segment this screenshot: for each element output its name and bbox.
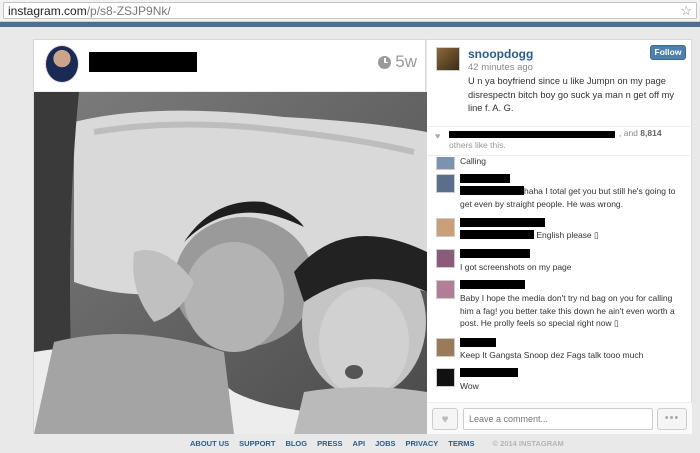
footer-link-privacy[interactable]: PRIVACY <box>406 439 439 448</box>
comment-text: English please <box>536 230 592 240</box>
heart-icon: ♥ <box>435 131 441 141</box>
comment-avatar[interactable] <box>436 218 455 237</box>
likes-row: ♥ , and 8,814 others like this. <box>427 126 692 156</box>
likes-and: , and 8,814 <box>619 128 662 138</box>
comment-compose-row: ♥ ••• <box>427 402 692 434</box>
more-options-button[interactable]: ••• <box>657 408 687 430</box>
time-ago: 5w <box>395 52 417 71</box>
ellipsis-icon: ••• <box>664 412 680 424</box>
heart-icon: ♥ <box>441 412 449 426</box>
comment-body: haha I total get you but still he's goin… <box>460 185 686 210</box>
comment-avatar[interactable] <box>436 280 455 299</box>
caption-block: snoopdogg 42 minutes ago U n ya boyfrien… <box>427 40 692 124</box>
comment-avatar[interactable] <box>436 174 455 193</box>
comment-text: Calling <box>460 157 486 166</box>
post-photo[interactable] <box>34 92 427 434</box>
comments-panel: snoopdogg 42 minutes ago U n ya boyfrien… <box>427 39 692 434</box>
comment-text: Wow <box>460 381 479 391</box>
redacted-username <box>89 52 197 72</box>
likes-others: others like this. <box>449 140 506 150</box>
copyright: © 2014 INSTAGRAM <box>492 439 564 448</box>
comment-list[interactable]: Calling haha I total get you but still h… <box>427 157 692 402</box>
poster-avatar[interactable] <box>45 45 79 83</box>
comment-text: I got screenshots on my page <box>460 262 572 272</box>
redacted-username <box>460 174 510 183</box>
caption-time: 42 minutes ago <box>468 62 533 73</box>
footer-link-jobs[interactable]: JOBS <box>375 439 395 448</box>
post-header: 5w <box>34 40 427 92</box>
comment-avatar[interactable] <box>436 249 455 268</box>
like-button[interactable]: ♥ <box>432 408 458 430</box>
caption-avatar[interactable] <box>436 47 460 71</box>
star-icon[interactable]: ☆ <box>680 2 692 19</box>
photo-image <box>34 92 427 434</box>
comment-avatar[interactable] <box>436 338 455 357</box>
redacted-username <box>460 280 525 289</box>
footer-link-blog[interactable]: BLOG <box>285 439 307 448</box>
comment-input[interactable] <box>463 408 653 430</box>
post-timestamp: 5w <box>378 52 417 72</box>
comment-avatar[interactable] <box>436 368 455 387</box>
site-footer: ABOUT US SUPPORT BLOG PRESS API JOBS PRI… <box>190 439 564 448</box>
url-text[interactable]: instagram.com/p/s8-ZSJP9Nk/ <box>8 4 171 18</box>
redacted-username <box>460 338 496 347</box>
comment-body: English please ▯ <box>460 229 686 242</box>
redacted-username <box>460 249 530 258</box>
browser-toolbar: instagram.com/p/s8-ZSJP9Nk/ ☆ <box>0 0 700 22</box>
comment-text: Baby I hope the media don't try nd bag o… <box>460 293 675 328</box>
redacted-username <box>460 368 518 377</box>
likes-count: 8,814 <box>640 128 662 138</box>
follow-button[interactable]: Follow <box>650 45 686 60</box>
comment-body: Baby I hope the media don't try nd bag o… <box>460 293 675 328</box>
redacted-likers <box>449 131 615 138</box>
footer-link-about[interactable]: ABOUT US <box>190 439 229 448</box>
post-card: 5w <box>33 39 427 434</box>
footer-link-api[interactable]: API <box>353 439 366 448</box>
footer-link-support[interactable]: SUPPORT <box>239 439 275 448</box>
comment-avatar[interactable] <box>436 157 455 170</box>
header-spacer <box>0 27 700 39</box>
redacted-username <box>460 218 545 227</box>
footer-link-terms[interactable]: TERMS <box>448 439 474 448</box>
caption-username[interactable]: snoopdogg <box>468 47 533 61</box>
clock-icon <box>378 55 392 69</box>
address-bar[interactable]: instagram.com/p/s8-ZSJP9Nk/ ☆ <box>3 2 697 19</box>
caption-text: U n ya boyfriend since u like Jumpn on m… <box>468 76 675 113</box>
comment-text: Keep It Gangsta Snoop dez Fags talk tooo… <box>460 350 644 360</box>
footer-link-press[interactable]: PRESS <box>317 439 342 448</box>
